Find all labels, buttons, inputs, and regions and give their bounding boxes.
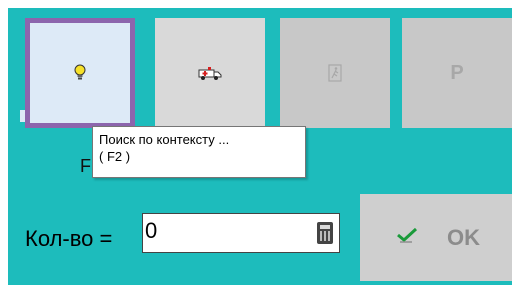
p-button-label: P — [450, 61, 464, 84]
tile-caption: F — [80, 156, 91, 176]
tooltip-line-1: Поиск по контексту ... — [99, 132, 230, 147]
lightbulb-icon — [74, 64, 86, 80]
ok-button-label: OK — [447, 225, 480, 250]
quantity-input[interactable] — [145, 216, 305, 246]
calculator-icon[interactable] — [317, 222, 333, 244]
quantity-label: Кол-во = — [25, 226, 113, 251]
emergency-button[interactable] — [155, 18, 265, 128]
context-search-button[interactable] — [25, 18, 135, 128]
p-button[interactable]: P — [402, 18, 512, 128]
ambulance-icon — [198, 67, 222, 80]
tooltip-line-2: ( F2 ) — [99, 149, 131, 164]
exit-door-icon — [328, 64, 342, 82]
exit-button[interactable] — [280, 18, 390, 128]
tooltip: Поиск по контексту ... ( F2 ) — [92, 126, 306, 178]
checkmark-icon — [397, 227, 418, 243]
ok-button[interactable]: OK — [360, 194, 512, 281]
quantity-field[interactable] — [142, 213, 340, 253]
